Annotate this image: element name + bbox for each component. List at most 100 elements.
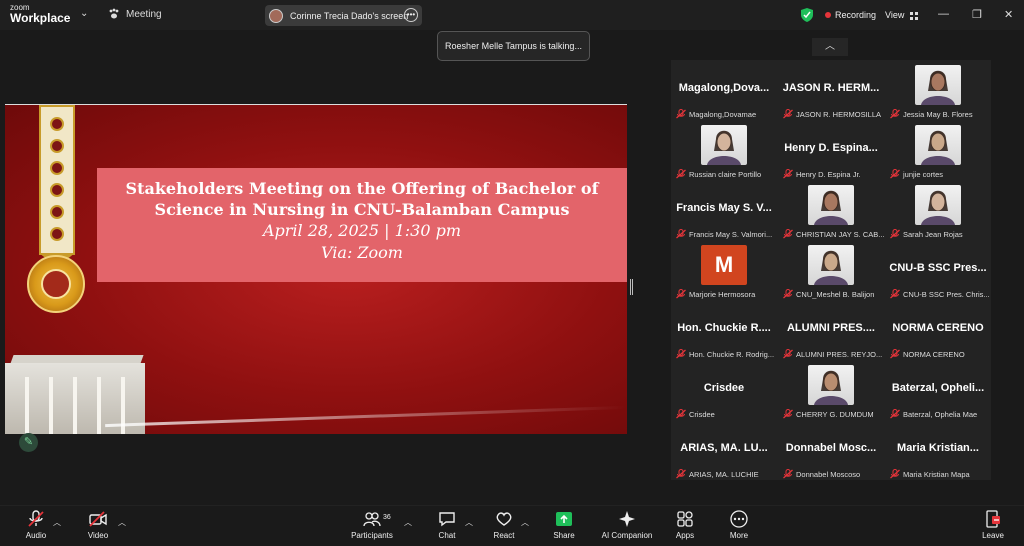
apps-button[interactable]: Apps bbox=[674, 510, 696, 546]
mic-muted-icon bbox=[783, 229, 793, 239]
shield-icon[interactable] bbox=[801, 8, 813, 22]
minimize-icon[interactable]: — bbox=[938, 8, 949, 20]
person-silhouette bbox=[707, 130, 741, 165]
participant-tile[interactable]: Hon. Chuckie R.... Hon. Chuckie R. Rodrig… bbox=[671, 300, 777, 360]
participant-tile[interactable]: NORMA CERENO NORMA CERENO bbox=[885, 300, 991, 360]
video-button[interactable]: Video bbox=[84, 510, 112, 546]
participant-tile[interactable]: Crisdee Crisdee bbox=[671, 360, 777, 420]
participant-name-label: Magalong,Dovamae bbox=[671, 108, 756, 120]
participant-name: CNU-B SSC Pres. Chris... bbox=[903, 289, 990, 299]
more-button[interactable]: More bbox=[728, 510, 750, 546]
participants-icon bbox=[363, 512, 381, 527]
participant-tile[interactable]: CHRISTIAN JAY S. CAB... bbox=[778, 180, 885, 240]
participants-label: Participants bbox=[351, 531, 393, 540]
participant-tile[interactable]: Henry D. Espina... Henry D. Espina Jr. bbox=[778, 120, 884, 180]
more-options-icon[interactable]: ••• bbox=[404, 8, 418, 22]
audio-options-chevron-icon[interactable]: ︿ bbox=[53, 517, 61, 528]
split-resize-handle[interactable] bbox=[630, 279, 633, 295]
chat-label: Chat bbox=[438, 531, 456, 540]
leave-button[interactable]: Leave bbox=[982, 510, 1004, 546]
top-bar: zoom Workplace ⌄ Meeting Corinne Trecia … bbox=[0, 0, 1024, 30]
zoom-window: zoom Workplace ⌄ Meeting Corinne Trecia … bbox=[0, 0, 1024, 546]
chat-options-chevron-icon[interactable]: ︿ bbox=[465, 517, 473, 528]
paw-icon bbox=[109, 8, 119, 19]
shared-screen-slide: Stakeholders Meeting on the Offering of … bbox=[5, 104, 627, 434]
mic-muted-icon bbox=[890, 409, 900, 419]
react-label: React bbox=[493, 531, 515, 540]
view-label: View bbox=[885, 10, 905, 20]
participant-display-name: Crisdee bbox=[703, 382, 745, 394]
react-button[interactable]: React bbox=[491, 510, 517, 546]
participant-name: ALUMNI PRES. REYJO... bbox=[796, 349, 883, 359]
participant-tile[interactable]: Magalong,Dova... Magalong,Dovamae bbox=[671, 60, 777, 120]
participant-video bbox=[915, 185, 961, 225]
participant-name-label: CNU-B SSC Pres. Chris... bbox=[885, 288, 990, 300]
participant-tile[interactable]: Francis May S. V... Francis May S. Valmor… bbox=[671, 180, 777, 240]
participant-count-badge: 36 bbox=[383, 514, 391, 521]
audio-button[interactable]: Audio bbox=[22, 510, 50, 546]
participant-name-label: ALUMNI PRES. REYJO... bbox=[778, 348, 882, 360]
chat-button[interactable]: Chat bbox=[436, 510, 458, 546]
building-column bbox=[25, 377, 29, 434]
annotate-pencil-icon[interactable]: ✎ bbox=[19, 433, 38, 452]
participant-tile[interactable]: Russian claire Portillo bbox=[671, 120, 777, 180]
participant-tile[interactable]: Maria Kristian... Maria Kristian Mapa bbox=[885, 420, 991, 480]
building-column bbox=[73, 377, 77, 434]
ai-companion-button[interactable]: AI Companion bbox=[598, 510, 656, 546]
participant-display-name: Magalong,Dova... bbox=[678, 82, 770, 94]
participant-tile[interactable]: Baterzal, Opheli... Baterzal, Ophelia Mae bbox=[885, 360, 991, 420]
banner-emblem bbox=[50, 117, 64, 131]
seal-center bbox=[41, 269, 71, 299]
participant-name: ARIAS, MA. LUCHIE bbox=[689, 469, 759, 479]
mic-muted-icon bbox=[676, 349, 686, 359]
participant-tile[interactable]: CNU_Meshel B. Balijon bbox=[778, 240, 884, 300]
mic-muted-icon bbox=[890, 169, 900, 179]
video-options-chevron-icon[interactable]: ︿ bbox=[118, 517, 126, 528]
mic-muted-icon bbox=[676, 289, 686, 299]
participant-name-label: Sarah Jean Rojas bbox=[885, 228, 963, 240]
participant-tile[interactable]: CNU-B SSC Pres... CNU-B SSC Pres. Chris..… bbox=[885, 240, 991, 300]
mic-muted-icon bbox=[890, 469, 900, 479]
participant-tile[interactable]: Jessia May B. Flores bbox=[885, 60, 991, 120]
participant-tile[interactable]: Sarah Jean Rojas bbox=[885, 180, 991, 240]
participant-tile[interactable]: junjie cortes bbox=[885, 120, 991, 180]
meeting-button[interactable]: Meeting bbox=[108, 8, 162, 20]
participant-gallery: Magalong,Dova... Magalong,Dovamae JASON R.… bbox=[671, 60, 991, 480]
zoom-logo[interactable]: zoom Workplace bbox=[10, 4, 70, 25]
share-button[interactable]: Share bbox=[551, 510, 577, 546]
participant-name: Francis May S. Valmori... bbox=[689, 229, 773, 239]
participant-tile[interactable]: JASON R. HERM... JASON R. HERMOSILLA bbox=[778, 60, 884, 120]
mic-muted-icon bbox=[783, 169, 793, 179]
mic-muted-icon bbox=[890, 229, 900, 239]
close-icon[interactable]: ✕ bbox=[1004, 8, 1013, 21]
participant-name: CNU_Meshel B. Balijon bbox=[796, 289, 875, 299]
participants-options-chevron-icon[interactable]: ︿ bbox=[404, 517, 412, 528]
participant-display-name: Hon. Chuckie R.... bbox=[677, 322, 771, 334]
restore-icon[interactable]: ❐ bbox=[972, 8, 982, 21]
participant-name-label: junjie cortes bbox=[885, 168, 943, 180]
view-button[interactable]: View bbox=[885, 10, 918, 20]
participant-name-label: NORMA CERENO bbox=[885, 348, 965, 360]
participant-tile[interactable]: ALUMNI PRES.... ALUMNI PRES. REYJO... bbox=[778, 300, 884, 360]
screen-share-indicator[interactable]: Corinne Trecia Dado's screen ••• bbox=[265, 5, 422, 26]
participant-tile[interactable]: ARIAS, MA. LU... ARIAS, MA. LUCHIE bbox=[671, 420, 777, 480]
participant-display-name: NORMA CERENO bbox=[892, 322, 984, 334]
mic-muted-icon bbox=[783, 409, 793, 419]
collapse-gallery-button[interactable]: ︿ bbox=[812, 38, 848, 56]
grid-icon bbox=[909, 11, 918, 20]
mic-muted-icon bbox=[783, 349, 793, 359]
participant-display-name: Henry D. Espina... bbox=[784, 142, 878, 154]
recording-indicator[interactable]: Recording bbox=[825, 10, 876, 20]
avatar bbox=[269, 8, 283, 23]
chevron-down-icon[interactable]: ⌄ bbox=[80, 8, 88, 19]
react-options-chevron-icon[interactable]: ︿ bbox=[521, 517, 529, 528]
banner-emblem bbox=[50, 183, 64, 197]
participant-tile[interactable]: Donnabel Mosc... Donnabel Moscoso bbox=[778, 420, 884, 480]
leave-label: Leave bbox=[982, 531, 1004, 540]
participant-display-name: ARIAS, MA. LU... bbox=[680, 442, 768, 454]
participant-tile[interactable]: M Marjorie Hermosora bbox=[671, 240, 777, 300]
participant-tile[interactable]: CHERRY G. DUMDUM bbox=[778, 360, 884, 420]
participant-name-label: ARIAS, MA. LUCHIE bbox=[671, 468, 759, 480]
heart-icon bbox=[496, 512, 512, 526]
person-silhouette bbox=[921, 190, 955, 225]
